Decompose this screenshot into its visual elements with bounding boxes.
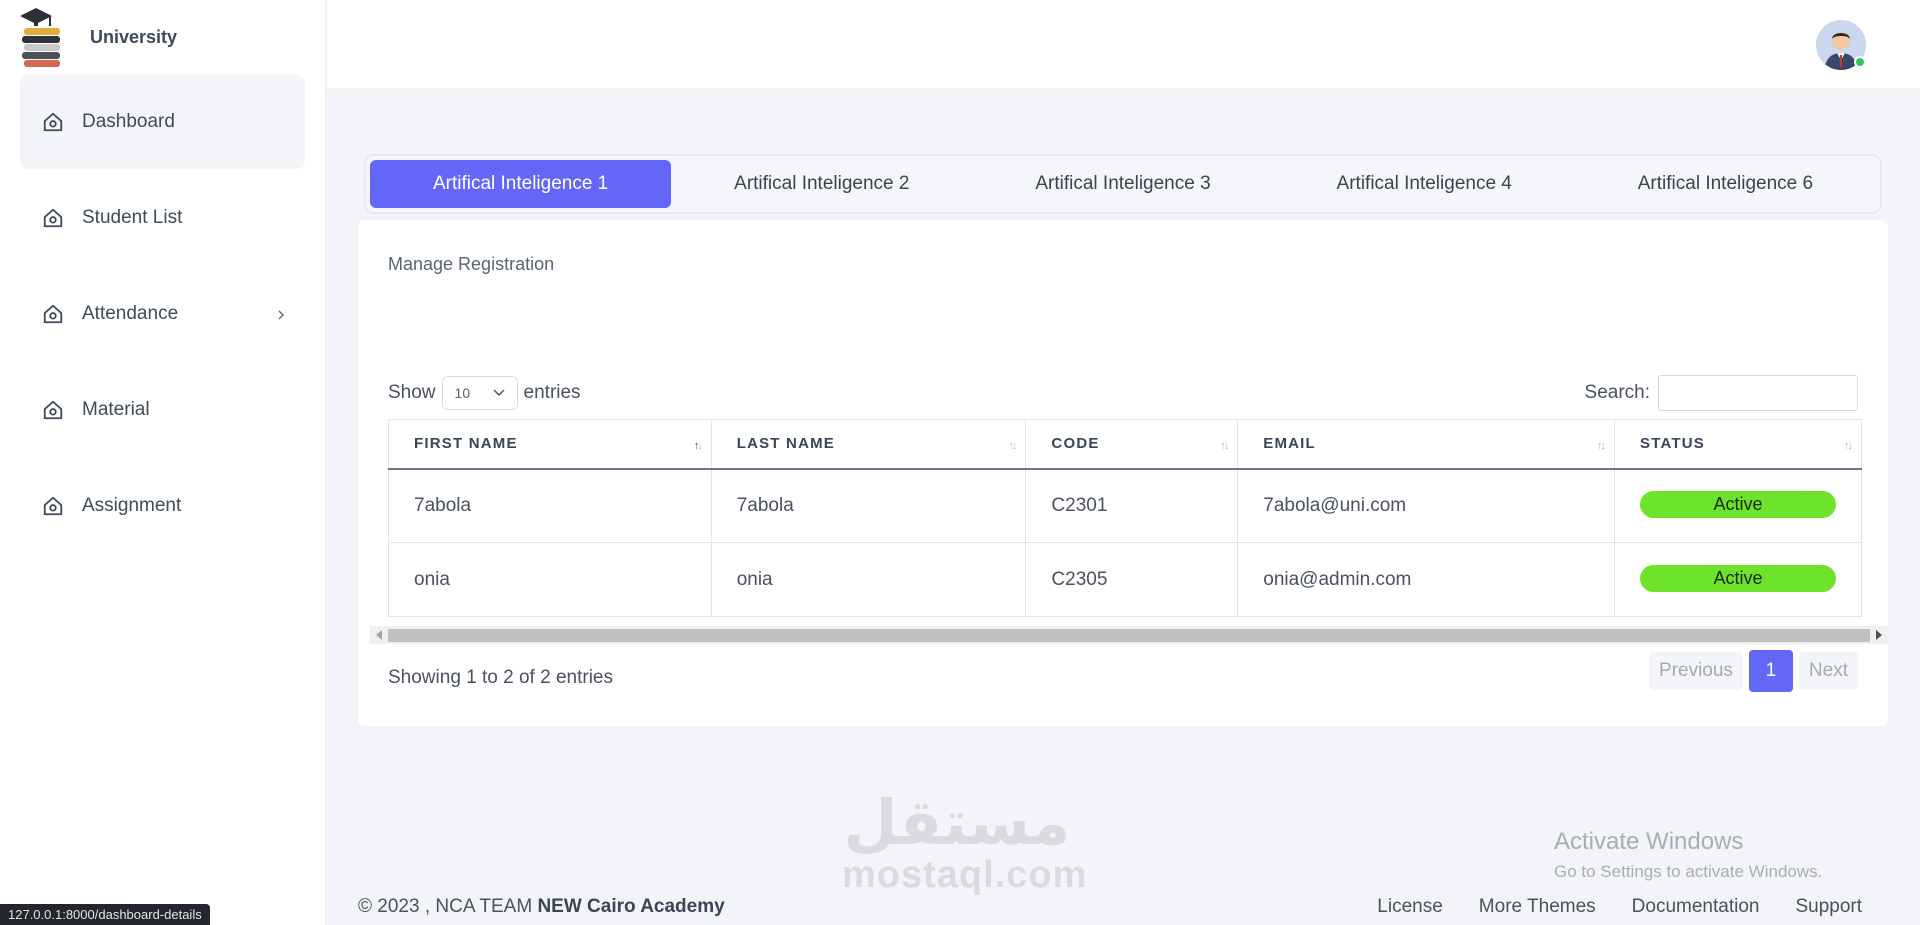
- sort-icon: ↑↓: [1008, 440, 1017, 452]
- course-tabs: Artifical Inteligence 1 Artifical Inteli…: [364, 154, 1882, 214]
- brand[interactable]: University: [16, 4, 177, 70]
- column-header-first-name[interactable]: FIRST NAME ↑↓: [388, 419, 712, 470]
- sidebar-item-label: Student List: [82, 207, 183, 228]
- table-header-row: FIRST NAME ↑↓ LAST NAME ↑↓ CODE ↑↓ EMAIL…: [388, 419, 1862, 470]
- tab-artificial-intelligence-4[interactable]: Artifical Inteligence 4: [1274, 160, 1575, 208]
- tab-artificial-intelligence-6[interactable]: Artifical Inteligence 6: [1575, 160, 1876, 208]
- footer-link-more-themes[interactable]: More Themes: [1479, 896, 1596, 918]
- home-icon: [42, 303, 64, 325]
- scroll-left-arrow-icon[interactable]: [376, 630, 382, 640]
- tab-artificial-intelligence-3[interactable]: Artifical Inteligence 3: [972, 160, 1273, 208]
- column-header-email[interactable]: EMAIL ↑↓: [1237, 419, 1615, 470]
- home-icon: [42, 111, 64, 133]
- home-icon: [42, 207, 64, 229]
- cell-first-name: 7abola: [388, 468, 712, 543]
- home-icon: [42, 399, 64, 421]
- sidebar: University Dashboard Student List Attend…: [0, 0, 326, 925]
- brand-name: University: [90, 26, 178, 47]
- windows-activation-notice: Activate Windows Go to Settings to activ…: [1554, 828, 1822, 882]
- show-label: Show: [388, 382, 436, 403]
- cell-last-name: 7abola: [710, 468, 1027, 543]
- footer-org-link[interactable]: NEW Cairo Academy: [537, 896, 724, 917]
- footer-links: License More Themes Documentation Suppor…: [1341, 896, 1862, 918]
- scrollbar-thumb[interactable]: [388, 629, 1870, 642]
- pagination: Previous 1 Next: [1649, 650, 1858, 692]
- chevron-down-icon: [493, 389, 505, 397]
- page-1-button[interactable]: 1: [1748, 650, 1793, 692]
- cell-first-name: onia: [388, 542, 712, 617]
- next-page-button[interactable]: Next: [1798, 652, 1858, 690]
- status-badge: Active: [1640, 564, 1836, 592]
- footer-link-support[interactable]: Support: [1795, 896, 1862, 918]
- students-table: FIRST NAME ↑↓ LAST NAME ↑↓ CODE ↑↓ EMAIL…: [388, 419, 1862, 617]
- online-status-dot: [1854, 56, 1866, 68]
- page-size-select[interactable]: 10: [441, 376, 518, 410]
- entries-label: entries: [523, 382, 581, 403]
- tab-artificial-intelligence-2[interactable]: Artifical Inteligence 2: [671, 160, 972, 208]
- page-size-value: 10: [454, 385, 471, 401]
- footer-copyright: © 2023 , NCA TEAM NEW Cairo Academy: [358, 896, 725, 917]
- footer-link-license[interactable]: License: [1377, 896, 1443, 918]
- footer-link-documentation[interactable]: Documentation: [1632, 896, 1760, 918]
- sidebar-item-student-list[interactable]: Student List: [20, 171, 305, 265]
- page-size-control: Show 10 entries: [388, 376, 581, 410]
- topbar: [327, 0, 1920, 88]
- cell-last-name: onia: [710, 542, 1027, 617]
- sidebar-item-material[interactable]: Material: [20, 363, 305, 457]
- graduation-books-icon: [16, 4, 66, 70]
- chevron-right-icon: [275, 308, 287, 320]
- sidebar-item-dashboard[interactable]: Dashboard: [20, 75, 305, 169]
- sort-icon: ↑↓: [1844, 440, 1853, 452]
- column-header-last-name[interactable]: LAST NAME ↑↓: [710, 419, 1027, 470]
- search-label: Search:: [1584, 382, 1650, 403]
- activation-title: Activate Windows: [1554, 828, 1744, 855]
- table-info: Showing 1 to 2 of 2 entries: [388, 667, 613, 688]
- cell-status: Active: [1614, 542, 1862, 617]
- sidebar-item-label: Material: [82, 399, 150, 420]
- search-control: Search:: [1585, 375, 1858, 411]
- cell-email: 7abola@uni.com: [1237, 468, 1615, 543]
- activation-subtitle: Go to Settings to activate Windows.: [1554, 862, 1823, 881]
- cell-code: C2301: [1025, 468, 1239, 543]
- previous-page-button[interactable]: Previous: [1649, 652, 1743, 690]
- card-title: Manage Registration: [388, 254, 555, 274]
- sort-icon: ↑↓: [1597, 440, 1606, 452]
- search-input[interactable]: [1658, 375, 1858, 411]
- status-badge: Active: [1640, 490, 1836, 518]
- watermark-arabic: مستقل: [843, 786, 1071, 859]
- sort-icon: ↑↓: [693, 440, 703, 452]
- home-icon: [42, 495, 64, 517]
- column-header-code[interactable]: CODE ↑↓: [1025, 419, 1239, 470]
- cell-email: onia@admin.com: [1237, 542, 1615, 617]
- sidebar-item-label: Assignment: [82, 495, 182, 516]
- horizontal-scrollbar[interactable]: [370, 626, 1888, 644]
- cell-status: Active: [1614, 468, 1862, 543]
- tab-artificial-intelligence-1[interactable]: Artifical Inteligence 1: [370, 160, 672, 208]
- table-row: 7abola 7abola C2301 7abola@uni.com Activ…: [388, 468, 1862, 543]
- browser-status-url: 127.0.0.1:8000/dashboard-details: [0, 904, 210, 925]
- mostaql-watermark: مستقل mostaql.com: [842, 786, 1088, 896]
- sidebar-item-label: Dashboard: [82, 111, 175, 132]
- sort-icon: ↑↓: [1220, 440, 1229, 452]
- watermark-latin: mostaql.com: [842, 854, 1088, 896]
- sidebar-item-attendance[interactable]: Attendance: [20, 267, 305, 361]
- sidebar-item-label: Attendance: [82, 303, 179, 324]
- registration-card: Manage Registration Show 10 entries Sear…: [358, 220, 1888, 726]
- column-header-status[interactable]: STATUS ↑↓: [1614, 419, 1862, 470]
- cell-code: C2305: [1025, 542, 1239, 617]
- table-row: onia onia C2305 onia@admin.com Active: [388, 542, 1862, 617]
- sidebar-nav: Dashboard Student List Attendance Materi…: [20, 75, 305, 555]
- sidebar-item-assignment[interactable]: Assignment: [20, 459, 305, 553]
- scroll-right-arrow-icon[interactable]: [1876, 630, 1882, 640]
